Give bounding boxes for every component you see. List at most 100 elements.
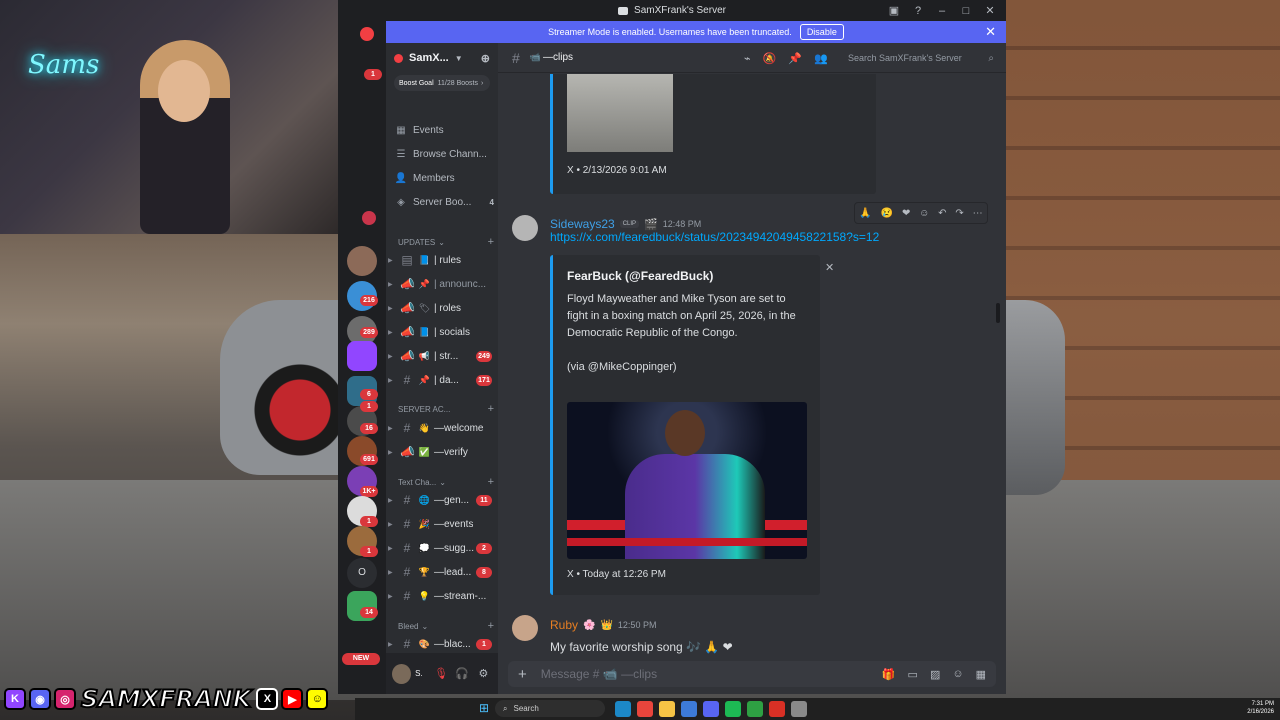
- app-icon[interactable]: [747, 701, 763, 717]
- add-channel-icon[interactable]: +: [488, 476, 494, 488]
- chevron-right-icon: ▶: [388, 425, 393, 432]
- more-options-icon[interactable]: ⋯: [973, 208, 983, 219]
- server-icon[interactable]: O: [347, 558, 377, 588]
- server-icon[interactable]: [362, 211, 376, 225]
- reply-icon[interactable]: ↶: [938, 208, 946, 219]
- disable-streamer-mode-button[interactable]: Disable: [799, 24, 844, 40]
- avatar[interactable]: [512, 615, 538, 641]
- channel-stream-ideas[interactable]: ▶ # 💡 —stream-...: [386, 586, 498, 606]
- channel-announcements[interactable]: ▶ 📣 📌 | announc...: [386, 274, 498, 294]
- forward-icon[interactable]: ↷: [955, 208, 963, 219]
- close-banner-icon[interactable]: ✕: [985, 24, 996, 40]
- nav-label: Events: [413, 124, 444, 136]
- settings-gear-icon[interactable]: ⚙: [475, 667, 492, 680]
- channel-rules[interactable]: ▶ ▤ 📘 | rules: [386, 250, 498, 270]
- system-clock[interactable]: 7:31 PM 2/16/2026: [1247, 700, 1274, 716]
- apps-icon[interactable]: ▦: [976, 668, 986, 681]
- channel-roles[interactable]: ▶ 📣 🏷 | roles: [386, 298, 498, 318]
- avatar[interactable]: [512, 215, 538, 241]
- store-icon[interactable]: [681, 701, 697, 717]
- pinned-messages-icon[interactable]: 📌: [788, 52, 802, 65]
- invite-icon[interactable]: ⊕: [481, 52, 490, 65]
- mute-microphone-icon[interactable]: 🎙: [432, 667, 449, 680]
- headphones-icon[interactable]: 🎧: [454, 667, 471, 680]
- settings-icon[interactable]: [791, 701, 807, 717]
- channel-daily[interactable]: ▶ # 📌 | da... 171: [386, 370, 498, 390]
- reaction-cry-icon[interactable]: 😢: [881, 208, 893, 219]
- threads-icon[interactable]: ⌁: [744, 52, 751, 65]
- new-servers-pill[interactable]: NEW: [342, 653, 380, 665]
- nav-server-boost[interactable]: ◈ Server Boo... 4: [394, 192, 494, 212]
- spotify-icon[interactable]: [725, 701, 741, 717]
- edge-icon[interactable]: [615, 701, 631, 717]
- message-author[interactable]: Ruby: [550, 618, 578, 632]
- remove-embed-icon[interactable]: ✕: [825, 261, 834, 274]
- add-channel-icon[interactable]: +: [488, 403, 494, 415]
- boost-goal-bar[interactable]: Boost Goal 11/28 Boosts ›: [394, 75, 490, 91]
- help-icon[interactable]: ?: [906, 5, 930, 17]
- file-explorer-icon[interactable]: [659, 701, 675, 717]
- taskbar-search[interactable]: ⌕ Search: [495, 700, 605, 717]
- channel-leaderboard[interactable]: ▶ # 🏆 —lead... 8: [386, 562, 498, 582]
- message-input[interactable]: + Message # 📹 —clips 🎁 ▭ ▨ ☺ ▦: [508, 661, 996, 687]
- nav-events[interactable]: ▦ Events: [394, 120, 494, 140]
- server-icon[interactable]: [360, 27, 374, 41]
- embed-thumbnail[interactable]: [567, 74, 673, 152]
- chrome-icon[interactable]: [769, 701, 785, 717]
- channel-welcome[interactable]: ▶ # 👋 —welcome: [386, 418, 498, 438]
- message-link[interactable]: https://x.com/fearedbuck/status/20234942…: [550, 230, 879, 244]
- category-server-access[interactable]: SERVER AC... +: [398, 403, 494, 415]
- channel-name: —gen...: [434, 494, 470, 506]
- gift-icon[interactable]: 🎁: [882, 668, 896, 681]
- add-attachment-icon[interactable]: +: [518, 666, 527, 683]
- add-reaction-icon[interactable]: ☺: [919, 208, 929, 219]
- category-bleed[interactable]: Bleed ⌄ +: [398, 620, 494, 632]
- sticker-icon[interactable]: ▨: [930, 668, 940, 681]
- notification-bell-icon[interactable]: 🔕: [763, 52, 777, 65]
- avatar[interactable]: [392, 663, 412, 684]
- category-text-channels[interactable]: Text Cha... ⌄ +: [398, 476, 494, 488]
- announcement-icon: 📣: [400, 325, 415, 339]
- nav-browse-channels[interactable]: ☰ Browse Chann...: [394, 144, 494, 164]
- channel-general[interactable]: ▶ # 🌐 —gen... 11: [386, 490, 498, 510]
- chevron-right-icon: ▶: [388, 449, 393, 456]
- server-header[interactable]: SamX... ▼ ⊕: [386, 43, 498, 73]
- windows-taskbar: ⊞ ⌕ Search 7:31 PM 2/16/2026: [355, 698, 1280, 720]
- clip-icon: 🎬: [644, 218, 658, 231]
- category-updates[interactable]: UPDATES ⌄ +: [398, 236, 494, 248]
- channel-black[interactable]: ▶ # 🎨 —blac... 1: [386, 634, 498, 654]
- message-author[interactable]: Sideways23: [550, 217, 615, 231]
- embed-image[interactable]: [567, 402, 807, 559]
- channel-events[interactable]: ▶ # 🎉 —events: [386, 514, 498, 534]
- gif-icon[interactable]: ▭: [908, 668, 918, 681]
- channel-emoji-icon: 📹: [529, 52, 542, 62]
- channel-emoji: 💭: [418, 542, 431, 553]
- embed-author[interactable]: FearBuck (@FearedBuck): [567, 269, 713, 283]
- scrollbar[interactable]: [996, 303, 1000, 323]
- hash-icon: #: [403, 493, 411, 507]
- chrome-icon[interactable]: [637, 701, 653, 717]
- boost-count: 11/28 Boosts: [437, 79, 478, 87]
- add-channel-icon[interactable]: +: [488, 236, 494, 248]
- server-icon[interactable]: [347, 246, 377, 276]
- search-input[interactable]: Search SamXFrank's Server ⌕: [840, 49, 1000, 67]
- maximize-icon[interactable]: □: [954, 5, 978, 17]
- minimize-icon[interactable]: –: [930, 5, 954, 17]
- channel-streams[interactable]: ▶ 📣 📢 | str... 249: [386, 346, 498, 366]
- chevron-right-icon: ▶: [388, 545, 393, 552]
- channel-verify[interactable]: ▶ 📣 ✅ —verify: [386, 442, 498, 462]
- inbox-icon[interactable]: ▣: [882, 4, 906, 17]
- add-channel-icon[interactable]: +: [488, 620, 494, 632]
- twitch-server-icon[interactable]: [347, 341, 377, 371]
- discord-taskbar-icon[interactable]: [703, 701, 719, 717]
- close-window-icon[interactable]: ✕: [978, 4, 1002, 17]
- member-list-icon[interactable]: 👥: [814, 52, 828, 65]
- reaction-pray-icon[interactable]: 🙏: [859, 208, 871, 219]
- channel-socials[interactable]: ▶ 📣 📘 | socials: [386, 322, 498, 342]
- emoji-icon[interactable]: ☺: [952, 668, 963, 681]
- reaction-heart-icon[interactable]: ❤: [902, 208, 910, 219]
- nav-members[interactable]: 👤 Members: [394, 168, 494, 188]
- channel-suggestions[interactable]: ▶ # 💭 —sugg... 2: [386, 538, 498, 558]
- windows-start-icon[interactable]: ⊞: [479, 701, 493, 715]
- announcement-icon: 📣: [400, 349, 415, 363]
